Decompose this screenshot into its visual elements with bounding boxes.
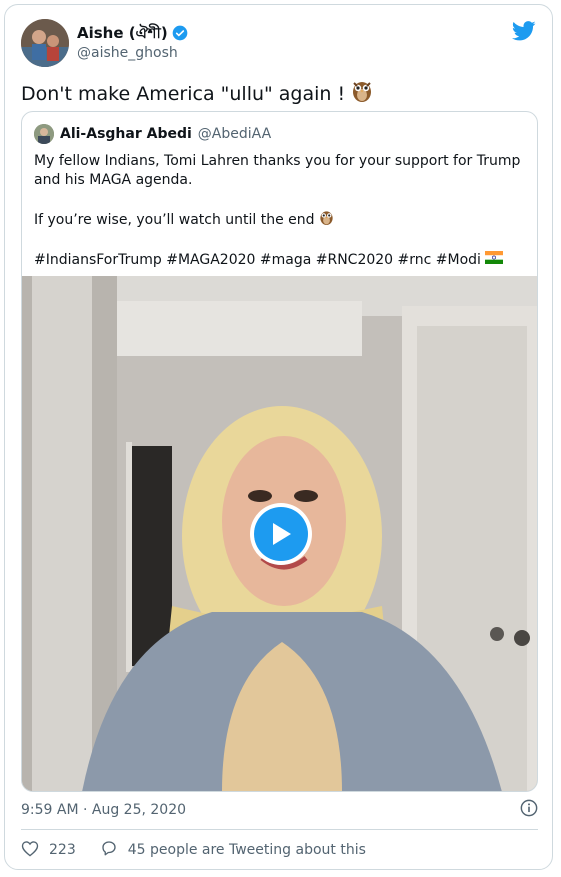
tweeting-about-text: 45 people are Tweeting about this <box>127 842 366 858</box>
quoted-header: Ali-Asghar Abedi @AbediAA <box>34 124 271 144</box>
author-handle[interactable]: @aishe_ghosh <box>77 45 178 61</box>
verified-badge-icon <box>172 25 188 45</box>
divider <box>21 829 538 830</box>
quoted-tweet[interactable]: Ali-Asghar Abedi @AbediAA My fellow Indi… <box>21 111 538 792</box>
owl-icon <box>351 79 373 108</box>
play-icon <box>254 507 308 561</box>
info-icon[interactable] <box>520 799 538 821</box>
quoted-text-line2-row: If you’re wise, you’ll watch until the e… <box>34 209 529 232</box>
stats-row: 223 45 people are Tweeting about this <box>21 839 390 861</box>
tweet-card: Aishe (ঐশী) @aishe_ghosh Don't make Amer… <box>4 4 553 870</box>
conversation-stat[interactable]: 45 people are Tweeting about this <box>100 839 366 861</box>
author-name-row[interactable]: Aishe (ঐশী) <box>77 22 188 47</box>
quoted-body: My fellow Indians, Tomi Lahren thanks yo… <box>34 152 529 270</box>
tweet-text: Don't make America "ullu" again ! <box>21 82 346 105</box>
tweet-meta-row: 9:59 AM · Aug 25, 2020 <box>21 799 538 821</box>
quoted-text-line1: My fellow Indians, Tomi Lahren thanks yo… <box>34 153 521 188</box>
quoted-author-handle: @AbediAA <box>197 126 272 142</box>
quoted-hashtags: #IndiansForTrump #MAGA2020 #maga #RNC202… <box>34 252 481 268</box>
like-count: 223 <box>49 842 76 858</box>
heart-icon[interactable] <box>21 840 39 861</box>
quoted-text-line2: If you’re wise, you’ll watch until the e… <box>34 212 315 228</box>
video-thumbnail[interactable] <box>22 276 537 791</box>
like-stat[interactable]: 223 <box>21 840 76 861</box>
quoted-author-name: Ali-Asghar Abedi <box>60 126 192 142</box>
avatar[interactable] <box>21 19 69 67</box>
reply-icon[interactable] <box>100 839 118 861</box>
india-flag-icon <box>484 251 503 270</box>
quoted-hashtags-row: #IndiansForTrump #MAGA2020 #maga #RNC202… <box>34 251 529 270</box>
tweet-text-row: Don't make America "ullu" again ! <box>21 79 373 108</box>
quoted-avatar <box>34 124 54 144</box>
twitter-bird-icon[interactable] <box>511 21 536 45</box>
play-button[interactable] <box>250 503 312 565</box>
timestamp[interactable]: 9:59 AM · Aug 25, 2020 <box>21 802 186 818</box>
author-name[interactable]: Aishe (ঐশী) <box>77 22 168 47</box>
owl-icon <box>319 209 334 232</box>
